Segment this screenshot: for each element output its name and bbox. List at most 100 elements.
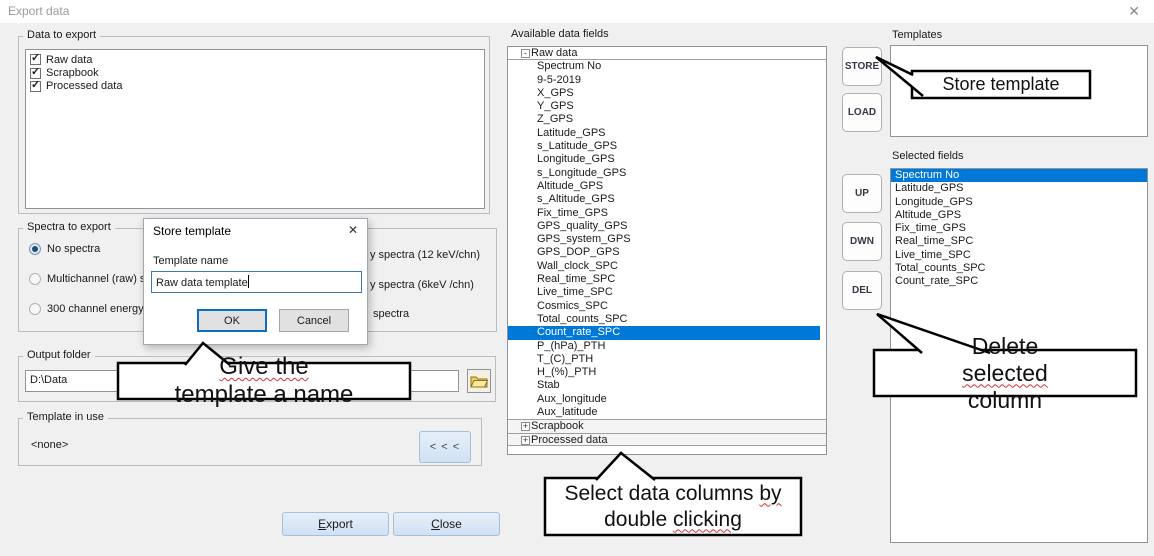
- tree-row-label: Aux_latitude: [537, 406, 598, 418]
- open-folder-icon: [470, 374, 488, 388]
- tree-row-label: GPS_DOP_GPS: [537, 246, 620, 258]
- callout-give-template-name: Give the template a name: [116, 340, 412, 402]
- tree-row[interactable]: GPS_system_GPS: [508, 233, 826, 246]
- text-caret: [248, 275, 249, 288]
- tree-expander-icon[interactable]: +: [521, 422, 530, 431]
- tree-row[interactable]: Aux_longitude: [508, 393, 826, 406]
- delete-button[interactable]: DEL: [842, 271, 882, 310]
- list-item[interactable]: Live_time_SPC: [891, 249, 1147, 262]
- radio-icon[interactable]: [29, 273, 41, 285]
- export-button[interactable]: Export: [282, 512, 389, 536]
- tree-row-label: 9-5-2019: [537, 74, 581, 86]
- data-to-export-list: ✓ Raw data ✓ Scrapbook ✓ Processed data: [25, 49, 485, 209]
- close-button[interactable]: Close: [393, 512, 500, 536]
- tree-row[interactable]: X_GPS: [508, 87, 826, 100]
- radio-label: Multichannel (raw) sp: [47, 273, 152, 285]
- tree-row-label: X_GPS: [537, 87, 574, 99]
- tree-row[interactable]: Wall_clock_SPC: [508, 260, 826, 273]
- list-item[interactable]: Altitude_GPS: [891, 209, 1147, 222]
- tree-row[interactable]: Total_counts_SPC: [508, 313, 826, 326]
- window-title: Export data: [8, 4, 69, 18]
- tree-expander-icon[interactable]: -: [521, 49, 530, 58]
- tree-row[interactable]: Stab: [508, 379, 826, 392]
- tree-row-label: Processed data: [531, 434, 607, 446]
- tree-row-label: s_Latitude_GPS: [537, 140, 617, 152]
- list-item[interactable]: Total_counts_SPC: [891, 262, 1147, 275]
- radio-icon[interactable]: [29, 303, 41, 315]
- tree-row-label: Fix_time_GPS: [537, 207, 608, 219]
- tree-row[interactable]: Z_GPS: [508, 113, 826, 126]
- list-item[interactable]: Real_time_SPC: [891, 235, 1147, 248]
- tree-row[interactable]: Y_GPS: [508, 100, 826, 113]
- checkbox-row[interactable]: ✓ Scrapbook: [30, 66, 480, 79]
- tree-row-label: Altitude_GPS: [537, 180, 603, 192]
- list-item-label: Total_counts_SPC: [895, 262, 986, 274]
- list-item-label: Latitude_GPS: [895, 182, 964, 194]
- tree-row[interactable]: s_Longitude_GPS: [508, 167, 826, 180]
- group-data-to-export: Data to export ✓ Raw data ✓ Scrapbook ✓ …: [18, 36, 490, 214]
- tree-row-label: P_(hPa)_PTH: [537, 340, 605, 352]
- tree-row[interactable]: Live_time_SPC: [508, 286, 826, 299]
- up-button[interactable]: UP: [842, 174, 882, 213]
- tree-row[interactable]: T_(C)_PTH: [508, 353, 826, 366]
- group-legend: Output folder: [23, 349, 95, 361]
- tree-row-label: s_Altitude_GPS: [537, 193, 615, 205]
- radio-icon[interactable]: [29, 243, 41, 255]
- list-item[interactable]: Longitude_GPS: [891, 196, 1147, 209]
- available-fields-tree[interactable]: - Raw data Spectrum No 9-5-2019 X_GPS Y_…: [507, 46, 827, 455]
- tree-row-label: Latitude_GPS: [537, 127, 606, 139]
- available-fields-label: Available data fields: [511, 28, 609, 40]
- tree-row[interactable]: Count_rate_SPC: [508, 326, 820, 339]
- checkbox-icon[interactable]: ✓: [30, 81, 41, 92]
- tree-row-label: Live_time_SPC: [537, 286, 613, 298]
- apply-template-button[interactable]: < < <: [419, 431, 471, 463]
- window-close-icon[interactable]: ✕: [1128, 3, 1140, 19]
- radio-label-fragment: y spectra (12 keV/chn): [370, 249, 480, 261]
- tree-row-label: Total_counts_SPC: [537, 313, 628, 325]
- list-item[interactable]: Fix_time_GPS: [891, 222, 1147, 235]
- down-button[interactable]: DWN: [842, 222, 882, 261]
- checkbox-row[interactable]: ✓ Processed data: [30, 80, 480, 93]
- tree-row[interactable]: Longitude_GPS: [508, 153, 826, 166]
- tree-row[interactable]: + Processed data: [508, 433, 826, 446]
- tree-row[interactable]: Altitude_GPS: [508, 180, 826, 193]
- cancel-button[interactable]: Cancel: [279, 309, 349, 332]
- dialog-close-icon[interactable]: ✕: [348, 223, 358, 237]
- tree-row[interactable]: GPS_DOP_GPS: [508, 246, 826, 259]
- tree-row-label: Stab: [537, 379, 560, 391]
- tree-row[interactable]: Latitude_GPS: [508, 127, 826, 140]
- tree-row-label: Wall_clock_SPC: [537, 260, 618, 272]
- list-item[interactable]: Latitude_GPS: [891, 182, 1147, 195]
- ok-button[interactable]: OK: [197, 309, 267, 332]
- tree-row[interactable]: - Raw data: [508, 47, 826, 60]
- tree-row-label: s_Longitude_GPS: [537, 167, 626, 179]
- tree-row[interactable]: GPS_quality_GPS: [508, 220, 826, 233]
- radio-label: No spectra: [47, 243, 100, 255]
- tree-row[interactable]: + Scrapbook: [508, 419, 826, 432]
- tree-row[interactable]: s_Altitude_GPS: [508, 193, 826, 206]
- tree-row[interactable]: Aux_latitude: [508, 406, 826, 419]
- list-item[interactable]: Count_rate_SPC: [891, 275, 1147, 288]
- template-in-use-value: <none>: [31, 439, 68, 451]
- checkbox-icon[interactable]: ✓: [30, 54, 41, 65]
- store-template-dialog: Store template ✕ Template name Raw data …: [143, 218, 368, 345]
- tree-row[interactable]: s_Latitude_GPS: [508, 140, 826, 153]
- list-item[interactable]: Spectrum No: [891, 169, 1147, 182]
- tree-row[interactable]: 9-5-2019: [508, 74, 826, 87]
- tree-row[interactable]: Spectrum No: [508, 60, 826, 73]
- checkbox-row[interactable]: ✓ Raw data: [30, 53, 480, 66]
- tree-row-label: H_(%)_PTH: [537, 366, 596, 378]
- tree-row[interactable]: Fix_time_GPS: [508, 207, 826, 220]
- tree-row[interactable]: Cosmics_SPC: [508, 300, 826, 313]
- checkbox-icon[interactable]: ✓: [30, 68, 41, 79]
- template-name-input[interactable]: Raw data template: [151, 271, 362, 293]
- tree-row-label: Longitude_GPS: [537, 153, 615, 165]
- tree-row[interactable]: Real_time_SPC: [508, 273, 826, 286]
- callout-store-template: Store template: [872, 52, 1094, 102]
- tree-expander-icon[interactable]: +: [521, 436, 530, 445]
- selected-fields-label: Selected fields: [892, 150, 964, 162]
- tree-row[interactable]: H_(%)_PTH: [508, 366, 826, 379]
- browse-folder-button[interactable]: [467, 369, 491, 393]
- tree-row[interactable]: P_(hPa)_PTH: [508, 340, 826, 353]
- tree-row-label: T_(C)_PTH: [537, 353, 593, 365]
